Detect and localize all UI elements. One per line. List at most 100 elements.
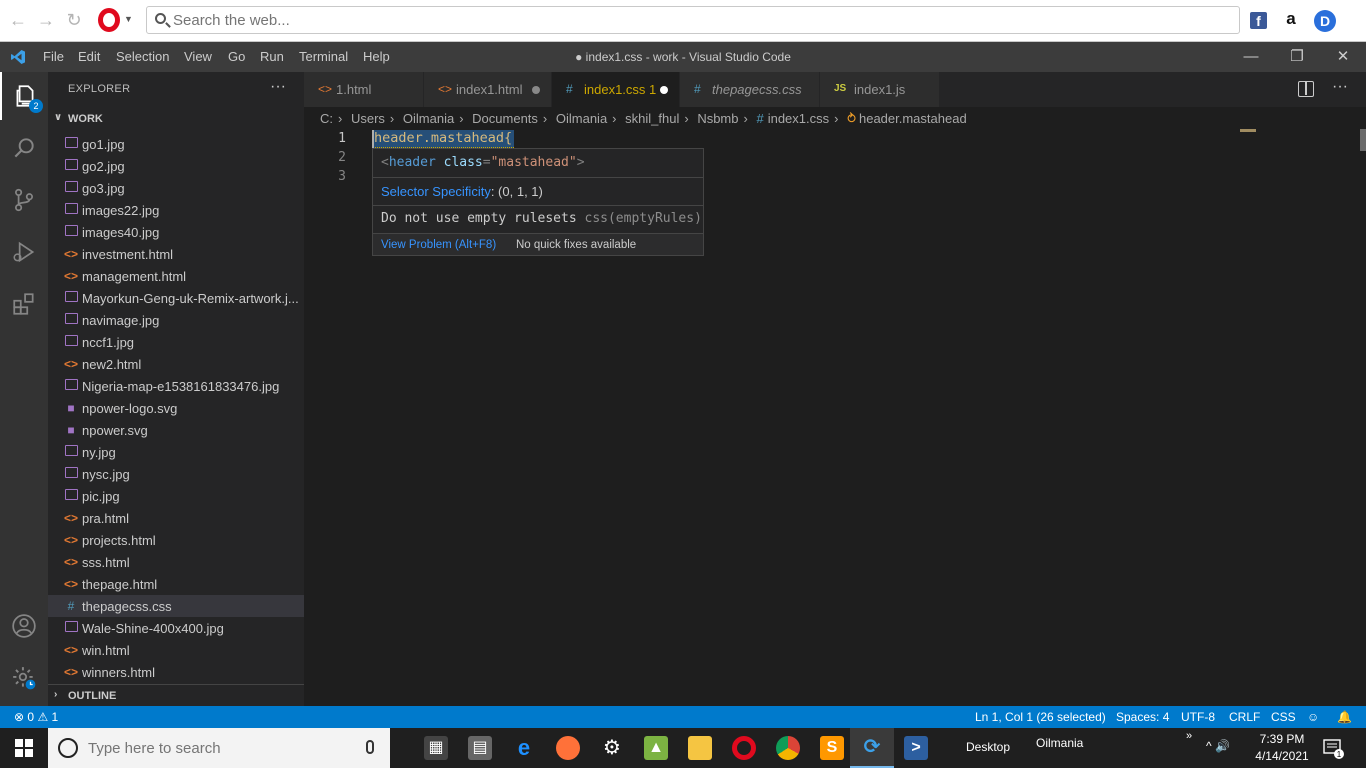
line-ending[interactable]: CRLF [1229, 710, 1260, 724]
back-arrow-icon[interactable]: ← [8, 10, 28, 30]
file-item[interactable]: <> new2.html [48, 353, 304, 375]
desktop-toolbar-label[interactable]: Desktop [966, 740, 1010, 754]
calculator-app-icon[interactable]: ▤ [458, 728, 502, 768]
menu-view[interactable]: View [184, 49, 212, 64]
taskbar-search[interactable] [48, 728, 390, 768]
web-search-box[interactable] [146, 6, 1240, 34]
folder-header-work[interactable]: ∨ WORK [48, 108, 304, 130]
indentation[interactable]: Spaces: 4 [1116, 710, 1169, 724]
unsaved-dot-icon[interactable] [532, 86, 540, 94]
extension-d-icon[interactable]: D [1314, 10, 1336, 32]
chart-app-icon[interactable]: ▲ [634, 728, 678, 768]
file-item[interactable]: images22.jpg [48, 199, 304, 221]
file-item[interactable]: <> winners.html [48, 661, 304, 683]
file-item[interactable]: ■ npower-logo.svg [48, 397, 304, 419]
split-editor-icon[interactable] [1298, 81, 1314, 97]
file-item[interactable]: <> thepage.html [48, 573, 304, 595]
more-actions-icon[interactable]: ··· [1332, 78, 1348, 96]
taskbar-search-input[interactable] [88, 738, 358, 758]
accounts-icon[interactable] [0, 602, 48, 650]
code-line-selected[interactable]: header.mastahead{ [372, 130, 515, 148]
cursor-position[interactable]: Ln 1, Col 1 (26 selected) [975, 710, 1106, 724]
settings-app-icon[interactable]: ⚙ [590, 728, 634, 768]
tab-1-html[interactable]: <> 1.html [304, 72, 424, 107]
file-item[interactable]: <> management.html [48, 265, 304, 287]
file-item[interactable]: go2.jpg [48, 155, 304, 177]
file-item[interactable]: <> win.html [48, 639, 304, 661]
file-item[interactable]: <> projects.html [48, 529, 304, 551]
tab-index1-js[interactable]: JS index1.js [820, 72, 940, 107]
search-icon[interactable] [0, 124, 48, 172]
extensions-icon[interactable] [0, 280, 48, 328]
file-item[interactable]: navimage.jpg [48, 309, 304, 331]
breadcrumb-item[interactable]: Nsbmb [697, 111, 738, 126]
opera-menu-icon[interactable] [98, 8, 120, 32]
restore-icon[interactable]: ❐ [1282, 47, 1312, 67]
user-toolbar-label[interactable]: Oilmania [1036, 736, 1083, 750]
menu-file[interactable]: File [43, 49, 64, 64]
breadcrumb-item[interactable]: skhil_fhul [625, 111, 679, 126]
more-actions-icon[interactable]: ··· [270, 78, 286, 96]
view-problem-link[interactable]: View Problem (Alt+F8) [381, 239, 496, 251]
scrollbar-thumb[interactable] [1360, 129, 1366, 151]
action-center-icon[interactable]: 1 [1322, 737, 1344, 759]
tab-thepagecss-css[interactable]: # thepagecss.css [680, 72, 820, 107]
tab-index1-css[interactable]: # index1.css 1 [552, 72, 680, 107]
notifications-bell-icon[interactable]: 🔔 [1337, 710, 1352, 724]
minimize-icon[interactable]: — [1236, 47, 1266, 67]
minimap[interactable] [1240, 129, 1256, 132]
explorer-icon[interactable]: 2 [0, 72, 48, 120]
close-icon[interactable]: ✕ [1328, 47, 1358, 67]
chevron-double-right-icon[interactable]: » [1186, 730, 1192, 742]
file-item[interactable]: Wale-Shine-400x400.jpg [48, 617, 304, 639]
file-item[interactable]: go1.jpg [48, 133, 304, 155]
settings-gear-icon[interactable] [0, 654, 48, 702]
forward-arrow-icon[interactable]: → [36, 10, 56, 30]
menu-selection[interactable]: Selection [116, 49, 169, 64]
microphone-icon[interactable] [366, 740, 374, 754]
source-control-icon[interactable] [0, 176, 48, 224]
feedback-icon[interactable]: ☺ [1307, 710, 1319, 724]
menu-help[interactable]: Help [363, 49, 390, 64]
file-item[interactable]: # thepagecss.css [48, 595, 304, 617]
menu-edit[interactable]: Edit [78, 49, 100, 64]
unsaved-dot-icon[interactable] [660, 86, 668, 94]
file-item[interactable]: <> pra.html [48, 507, 304, 529]
breadcrumb-file[interactable]: index1.css [768, 111, 829, 126]
file-item[interactable]: Mayorkun-Geng-uk-Remix-artwork.j... [48, 287, 304, 309]
sublime-app-icon[interactable]: S [810, 728, 854, 768]
menu-go[interactable]: Go [228, 49, 245, 64]
system-tray-icons[interactable]: ^ 🔊 [1206, 739, 1230, 753]
breadcrumb-symbol[interactable]: header.mastahead [859, 111, 967, 126]
breadcrumb-item[interactable]: Oilmania [403, 111, 454, 126]
windows-start-icon[interactable] [0, 728, 48, 768]
vscode-app-icon[interactable]: ⟳ [850, 728, 894, 768]
menu-terminal[interactable]: Terminal [299, 49, 348, 64]
facebook-icon[interactable]: f [1250, 12, 1267, 29]
chrome-app-icon[interactable] [766, 728, 810, 768]
powershell-app-icon[interactable]: > [894, 728, 938, 768]
editor-scrollbar[interactable] [1352, 129, 1366, 706]
clock-time[interactable]: 7:39 PM [1252, 732, 1312, 746]
breadcrumb-item[interactable]: Documents [472, 111, 538, 126]
file-item[interactable]: <> sss.html [48, 551, 304, 573]
file-item[interactable]: go3.jpg [48, 177, 304, 199]
file-item[interactable]: ny.jpg [48, 441, 304, 463]
menu-run[interactable]: Run [260, 49, 284, 64]
file-item[interactable]: <> investment.html [48, 243, 304, 265]
file-item[interactable]: pic.jpg [48, 485, 304, 507]
problems-indicator[interactable]: ⊗ 0 ⚠ 1 [14, 710, 58, 724]
reload-icon[interactable]: ↻ [64, 10, 84, 30]
breadcrumb-item[interactable]: Oilmania [556, 111, 607, 126]
language-mode[interactable]: CSS [1271, 710, 1296, 724]
file-item[interactable]: images40.jpg [48, 221, 304, 243]
firefox-app-icon[interactable] [546, 728, 590, 768]
edge-app-icon[interactable]: e [502, 728, 546, 768]
breadcrumb-item[interactable]: C: [320, 111, 333, 126]
clock-date[interactable]: 4/14/2021 [1252, 749, 1312, 763]
outline-header[interactable]: › OUTLINE [48, 684, 304, 706]
chevron-down-icon[interactable]: ▼ [124, 14, 133, 24]
specificity-link[interactable]: Selector Specificity [381, 184, 491, 199]
breadcrumb-item[interactable]: Users [351, 111, 385, 126]
run-debug-icon[interactable] [0, 228, 48, 276]
